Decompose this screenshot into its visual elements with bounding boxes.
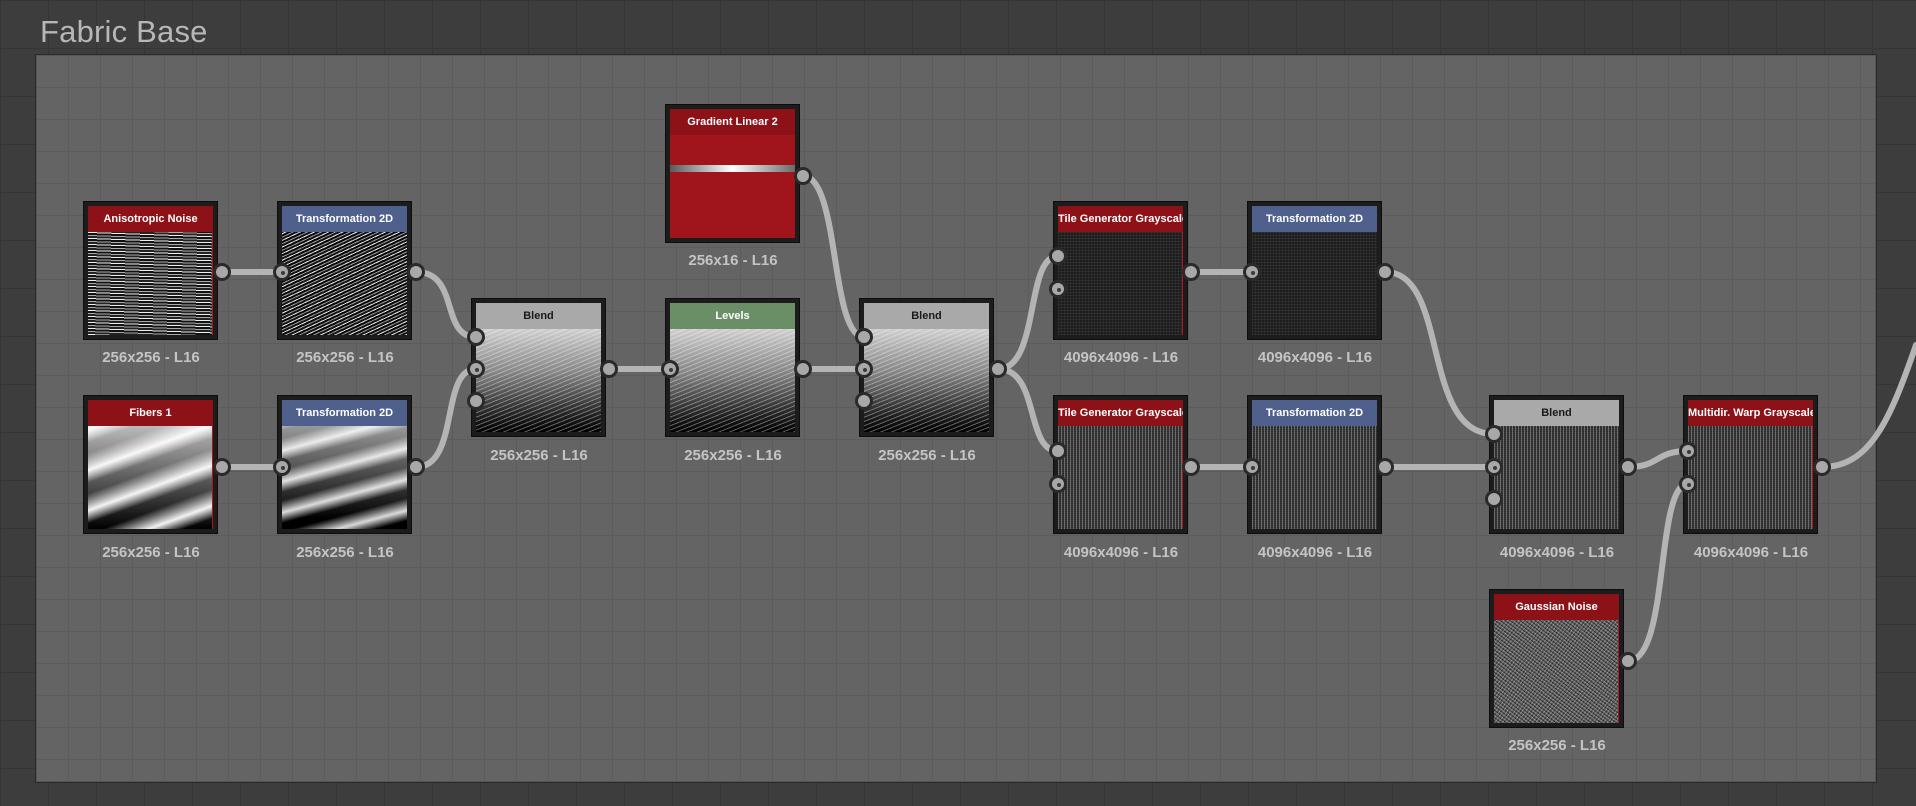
node-gaussian-noise[interactable]: Gaussian Noise: [1489, 589, 1624, 728]
node-thumbnail: [670, 329, 795, 432]
node-resolution: 256x256 - L16: [878, 447, 976, 464]
node-title: Gaussian Noise: [1494, 594, 1619, 620]
node-resolution: 4096x4096 - L16: [1693, 544, 1809, 561]
node-thumbnail: [88, 232, 213, 335]
input-port[interactable]: [1049, 442, 1067, 460]
node-title: Blend: [864, 303, 989, 329]
output-port[interactable]: [407, 263, 425, 281]
node-resolution: 4096x4096 - L16: [1499, 544, 1615, 561]
node-transformation-2d[interactable]: Transformation 2D: [277, 201, 412, 340]
node-title: Blend: [1494, 400, 1619, 426]
input-port[interactable]: [1485, 425, 1503, 443]
node-resolution: 256x256 - L16: [684, 447, 782, 464]
node-resolution: 256x256 - L16: [490, 447, 588, 464]
node-thumbnail: [1688, 426, 1813, 529]
node-thumbnail: [282, 426, 407, 529]
node-title: Transformation 2D: [1252, 400, 1377, 426]
node-levels[interactable]: Levels: [665, 298, 800, 437]
input-port[interactable]: [1243, 458, 1261, 476]
node-thumbnail: [282, 232, 407, 335]
input-port[interactable]: [1049, 247, 1067, 265]
node-resolution: 256x256 - L16: [296, 349, 394, 366]
output-port[interactable]: [213, 458, 231, 476]
input-port[interactable]: [273, 263, 291, 281]
input-port[interactable]: [1485, 490, 1503, 508]
input-port[interactable]: [467, 392, 485, 410]
output-port[interactable]: [1182, 263, 1200, 281]
output-port[interactable]: [1376, 263, 1394, 281]
node-anisotropic-noise[interactable]: Anisotropic Noise: [83, 201, 218, 340]
node-thumbnail: [1494, 620, 1619, 723]
node-title: Transformation 2D: [282, 206, 407, 232]
input-port[interactable]: [1049, 475, 1067, 493]
input-port[interactable]: [661, 360, 679, 378]
output-port[interactable]: [1619, 458, 1637, 476]
node-title: Transformation 2D: [282, 400, 407, 426]
input-port[interactable]: [855, 328, 873, 346]
input-port[interactable]: [273, 458, 291, 476]
node-thumbnail: [670, 135, 795, 238]
node-resolution: 256x256 - L16: [296, 544, 394, 561]
node-transformation-2d[interactable]: Transformation 2D: [1247, 395, 1382, 534]
node-title: Transformation 2D: [1252, 206, 1377, 232]
node-tile-generator-grayscale[interactable]: Tile Generator Grayscale: [1053, 395, 1188, 534]
node-blend[interactable]: Blend: [859, 298, 994, 437]
node-resolution: 4096x4096 - L16: [1063, 349, 1179, 366]
input-port[interactable]: [855, 360, 873, 378]
input-port[interactable]: [1485, 458, 1503, 476]
node-resolution: 4096x4096 - L16: [1063, 544, 1179, 561]
input-port[interactable]: [1679, 475, 1697, 493]
node-title: Tile Generator Grayscale: [1058, 400, 1183, 426]
node-multidir-warp-grayscale[interactable]: Multidir. Warp Grayscale: [1683, 395, 1818, 534]
output-port[interactable]: [794, 360, 812, 378]
output-port[interactable]: [1619, 652, 1637, 670]
node-resolution: 256x256 - L16: [102, 349, 200, 366]
node-thumbnail: [476, 329, 601, 432]
node-resolution: 256x16 - L16: [688, 252, 778, 269]
input-port[interactable]: [467, 360, 485, 378]
node-thumbnail: [88, 426, 213, 529]
output-port[interactable]: [1182, 458, 1200, 476]
node-resolution: 256x256 - L16: [1508, 737, 1606, 754]
node-fibers-1[interactable]: Fibers 1: [83, 395, 218, 534]
node-title: Blend: [476, 303, 601, 329]
node-transformation-2d[interactable]: Transformation 2D: [1247, 201, 1382, 340]
input-port[interactable]: [1679, 442, 1697, 460]
frame-title: Fabric Base: [40, 14, 208, 49]
node-thumbnail: [1252, 426, 1377, 529]
output-port[interactable]: [989, 360, 1007, 378]
output-port[interactable]: [600, 360, 618, 378]
node-title: Gradient Linear 2: [670, 109, 795, 135]
node-thumbnail: [864, 329, 989, 432]
node-blend[interactable]: Blend: [471, 298, 606, 437]
node-title: Fibers 1: [88, 400, 213, 426]
node-thumbnail: [1058, 232, 1183, 335]
node-title: Multidir. Warp Grayscale: [1688, 400, 1813, 426]
input-port[interactable]: [467, 328, 485, 346]
node-title: Anisotropic Noise: [88, 206, 213, 232]
node-gradient-linear-2[interactable]: Gradient Linear 2: [665, 104, 800, 243]
output-port[interactable]: [213, 263, 231, 281]
node-transformation-2d[interactable]: Transformation 2D: [277, 395, 412, 534]
input-port[interactable]: [855, 392, 873, 410]
node-title: Tile Generator Grayscale: [1058, 206, 1183, 232]
node-title: Levels: [670, 303, 795, 329]
node-thumbnail: [1058, 426, 1183, 529]
node-resolution: 4096x4096 - L16: [1257, 544, 1373, 561]
output-port[interactable]: [407, 458, 425, 476]
node-thumbnail: [1252, 232, 1377, 335]
output-port[interactable]: [794, 167, 812, 185]
output-port[interactable]: [1376, 458, 1394, 476]
node-blend[interactable]: Blend: [1489, 395, 1624, 534]
node-thumbnail: [1494, 426, 1619, 529]
input-port[interactable]: [1049, 280, 1067, 298]
node-resolution: 4096x4096 - L16: [1257, 349, 1373, 366]
output-port[interactable]: [1813, 458, 1831, 476]
node-resolution: 256x256 - L16: [102, 544, 200, 561]
input-port[interactable]: [1243, 263, 1261, 281]
node-tile-generator-grayscale[interactable]: Tile Generator Grayscale: [1053, 201, 1188, 340]
